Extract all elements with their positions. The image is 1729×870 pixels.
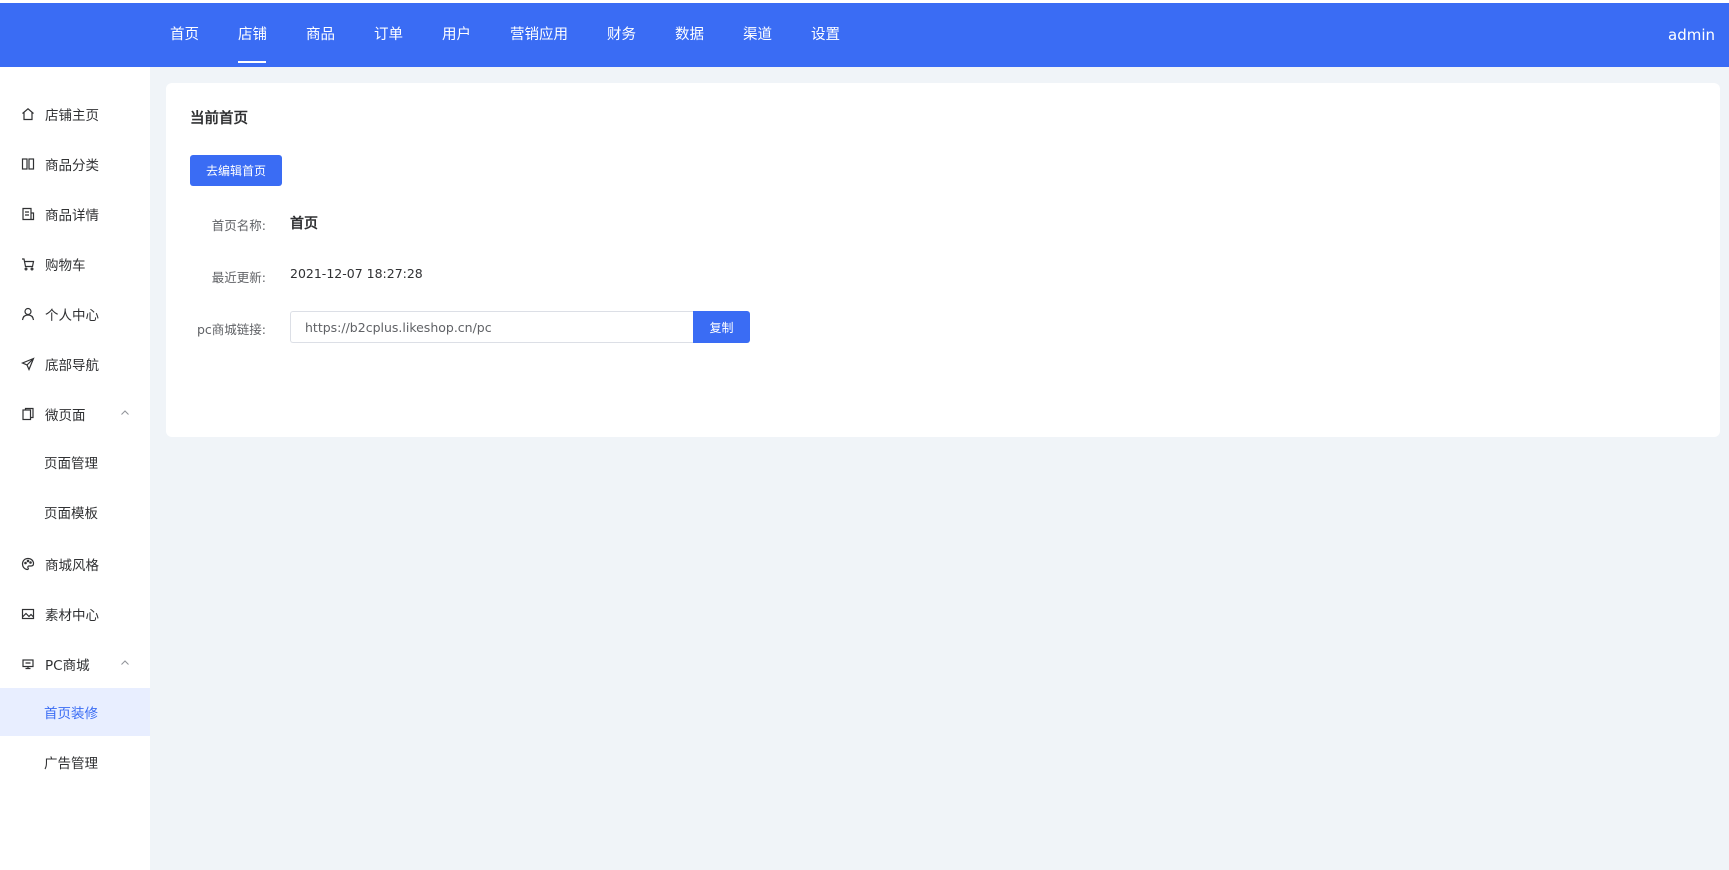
topnav-settings[interactable]: 设置 xyxy=(791,3,859,67)
pc-link-input[interactable] xyxy=(290,311,693,343)
last-updated-label: 最近更新: xyxy=(211,270,266,285)
pc-link-label: pc商城链接: xyxy=(196,322,266,337)
user-icon xyxy=(21,307,35,321)
sidebar-item-label: 商品详情 xyxy=(45,208,99,224)
sidebar-item-bottom-nav[interactable]: 底部导航 xyxy=(0,340,150,388)
send-icon xyxy=(21,357,35,371)
sidebar-item-home-decoration[interactable]: 首页装修 xyxy=(0,688,150,736)
topnav-channels[interactable]: 渠道 xyxy=(723,3,791,67)
sidebar: 店铺主页 商品分类 商品详情 购物车 个人中心 底部导航 微页面 页面管理 页面… xyxy=(0,67,150,870)
category-icon xyxy=(21,157,35,171)
topnav-home[interactable]: 首页 xyxy=(150,3,218,67)
topnav-store[interactable]: 店铺 xyxy=(218,3,286,67)
home-icon xyxy=(21,107,35,121)
sidebar-item-goods-detail[interactable]: 商品详情 xyxy=(0,190,150,238)
topnav-data[interactable]: 数据 xyxy=(655,3,723,67)
homepage-name-value: 首页 xyxy=(290,216,318,232)
sidebar-item-material-center[interactable]: 素材中心 xyxy=(0,590,150,638)
sidebar-item-label: 个人中心 xyxy=(45,308,99,324)
pc-link-group: 复制 xyxy=(290,311,750,343)
detail-icon xyxy=(21,207,35,221)
monitor-icon xyxy=(21,657,35,671)
sidebar-item-label: 店铺主页 xyxy=(45,108,99,124)
sidebar-item-label: 页面管理 xyxy=(44,456,98,472)
sidebar-item-micro-pages[interactable]: 微页面 xyxy=(0,390,150,438)
sidebar-item-label: 购物车 xyxy=(45,258,86,274)
sidebar-item-label: 广告管理 xyxy=(44,756,98,772)
sidebar-item-page-management[interactable]: 页面管理 xyxy=(0,438,150,486)
sidebar-item-label: 商品分类 xyxy=(45,158,99,174)
sidebar-item-label: PC商城 xyxy=(45,658,90,674)
current-homepage-card: 当前首页 去编辑首页 首页名称: 首页 最近更新: 2021-12-07 18:… xyxy=(166,83,1720,437)
sidebar-item-page-templates[interactable]: 页面模板 xyxy=(0,488,150,536)
homepage-name-label: 首页名称: xyxy=(211,218,266,233)
sidebar-item-pc-mall[interactable]: PC商城 xyxy=(0,640,150,688)
topnav-goods[interactable]: 商品 xyxy=(286,3,354,67)
topnav-finance[interactable]: 财务 xyxy=(587,3,655,67)
sidebar-item-cart[interactable]: 购物车 xyxy=(0,240,150,288)
chevron-up-icon[interactable] xyxy=(120,408,130,418)
sidebar-item-label: 微页面 xyxy=(45,408,86,424)
palette-icon xyxy=(21,557,35,571)
user-menu[interactable]: admin xyxy=(1668,3,1715,67)
image-icon xyxy=(21,607,35,621)
page-title: 当前首页 xyxy=(190,111,248,127)
sidebar-item-store-home[interactable]: 店铺主页 xyxy=(0,90,150,138)
topnav-marketing[interactable]: 营销应用 xyxy=(490,3,587,67)
sidebar-item-label: 页面模板 xyxy=(44,506,98,522)
sidebar-item-category[interactable]: 商品分类 xyxy=(0,140,150,188)
pages-icon xyxy=(21,407,35,421)
topnav-users[interactable]: 用户 xyxy=(422,3,490,67)
sidebar-item-label: 素材中心 xyxy=(45,608,99,624)
topnav-orders[interactable]: 订单 xyxy=(354,3,422,67)
sidebar-item-ad-management[interactable]: 广告管理 xyxy=(0,738,150,786)
sidebar-item-personal-center[interactable]: 个人中心 xyxy=(0,290,150,338)
chevron-up-icon[interactable] xyxy=(120,658,130,668)
sidebar-item-label: 商城风格 xyxy=(45,558,99,574)
cart-icon xyxy=(21,257,35,271)
sidebar-item-mall-style[interactable]: 商城风格 xyxy=(0,540,150,588)
copy-button[interactable]: 复制 xyxy=(693,311,750,343)
top-navbar: 首页 店铺 商品 订单 用户 营销应用 财务 数据 渠道 设置 admin xyxy=(0,0,1729,67)
last-updated-value: 2021-12-07 18:27:28 xyxy=(290,266,423,281)
sidebar-item-label: 首页装修 xyxy=(44,706,98,722)
sidebar-item-label: 底部导航 xyxy=(45,358,99,374)
top-nav-menu: 首页 店铺 商品 订单 用户 营销应用 财务 数据 渠道 设置 xyxy=(150,3,859,67)
edit-homepage-button[interactable]: 去编辑首页 xyxy=(190,155,282,186)
